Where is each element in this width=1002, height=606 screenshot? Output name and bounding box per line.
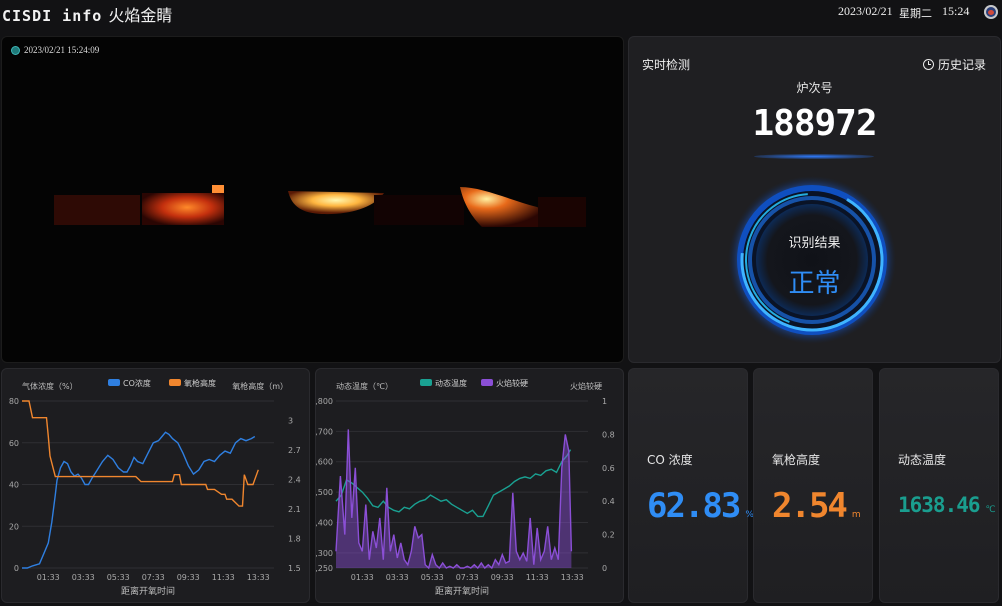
- y-right-tick-4: 2.4: [288, 476, 301, 485]
- legend-swatch-2: [481, 379, 493, 386]
- series-line-1: [22, 431, 256, 569]
- y-left-tick-7: 1,800: [316, 397, 333, 406]
- gas-lance-chart: 气体浓度（%） 氧枪高度（m） CO浓度 氧枪高度 0 20 40 60 80 1.5 1.8 2.1…: [9, 378, 301, 597]
- legend-swatch-1: [420, 379, 432, 386]
- result-value: 正常: [788, 269, 841, 299]
- y-right-tick-2: 1.8: [288, 535, 301, 544]
- y-right-tick-6: 3: [288, 417, 293, 426]
- series-line-2: [335, 429, 573, 570]
- temp-flame-chart: 动态温度（℃） 火焰较硬 动态温度 火焰较硬 1,250 1,300 1,400 1,500 1…: [310, 378, 615, 597]
- y-left-tick-3: 40: [9, 481, 19, 490]
- right-axis-title: 火焰较硬: [570, 381, 602, 391]
- result-ring: [728, 176, 896, 344]
- co-concentration-card: CO 浓度 62.83%: [628, 368, 754, 603]
- gas-lance-chart-panel: 气体浓度（%） 氧枪高度（m） CO浓度 氧枪高度 0 20 40 60 80 1.5 1.8 2.1…: [1, 368, 310, 603]
- left-axis-title: 动态温度（℃）: [336, 381, 393, 391]
- x-axis-title: 距离开氧时间: [121, 585, 175, 597]
- logo-text: CISDI info: [2, 7, 103, 25]
- lance-value: 2.54: [772, 486, 848, 526]
- app-title: 火焰金睛: [108, 6, 173, 25]
- realtime-detection-panel: 实时检测 历史记录 炉次号 188972 识别结果 正常: [628, 36, 1001, 363]
- legend-swatch-1: [108, 379, 120, 386]
- left-axis-title: 气体浓度（%）: [22, 381, 78, 391]
- y-left-tick-4: 1,500: [316, 488, 333, 497]
- y-left-tick-2: 20: [9, 522, 19, 531]
- legend-label-1: 动态温度: [435, 378, 467, 388]
- temp-unit: ℃: [985, 505, 996, 515]
- x-tick-3: 05:33: [421, 573, 444, 582]
- header-date: 2023/02/21: [838, 4, 893, 18]
- temp-flame-chart-panel: 动态温度（℃） 火焰较硬 动态温度 火焰较硬 1,250 1,300 1,400 1,500 1…: [310, 368, 624, 603]
- y-right-tick-1: 0: [602, 564, 607, 573]
- y-right-tick-4: 0.6: [602, 464, 615, 473]
- co-value: 62.83: [647, 486, 741, 526]
- y-right-tick-1: 1.5: [288, 564, 301, 573]
- x-tick-1: 01:33: [37, 573, 60, 582]
- legend-label-1: CO浓度: [123, 378, 151, 388]
- series-line-1: [335, 449, 572, 518]
- app-logo: CISDI info 火焰金睛: [2, 2, 172, 26]
- x-tick-4: 07:33: [142, 573, 165, 582]
- right-axis-title: 氧枪高度（m）: [232, 381, 288, 391]
- x-tick-5: 09:33: [491, 573, 514, 582]
- y-right-tick-5: 0.8: [602, 430, 615, 439]
- y-right-tick-2: 0.2: [602, 531, 615, 540]
- top-bar: CISDI info 火焰金睛 2023/02/21 星期二 15:24: [0, 0, 1002, 26]
- lance-label: 氧枪高度: [772, 453, 821, 467]
- temp-value-wrap: 1638.46 ℃: [898, 493, 996, 517]
- y-left-tick-5: 1,600: [316, 458, 333, 467]
- furnace-video-feed[interactable]: 2023/02/21 15:24:09: [1, 36, 624, 363]
- y-left-tick-2: 1,300: [316, 549, 333, 558]
- y-right-tick-3: 2.1: [288, 505, 301, 514]
- dynamic-temp-card: 动态温度 1638.46 ℃: [879, 368, 999, 603]
- y-left-tick-1: 1,250: [316, 564, 333, 573]
- y-left-tick-6: 1,700: [316, 427, 333, 436]
- y-right-tick-6: 1: [602, 397, 607, 406]
- y-right-tick-3: 0.4: [602, 497, 615, 506]
- x-tick-2: 03:33: [72, 573, 95, 582]
- x-tick-4: 07:33: [456, 573, 479, 582]
- temp-value: 1638.46: [898, 493, 981, 517]
- y-left-tick-5: 80: [9, 397, 19, 406]
- lance-value-wrap: 2.54 m: [772, 486, 861, 526]
- temp-label: 动态温度: [898, 453, 947, 467]
- co-value-wrap: 62.83%: [647, 486, 754, 526]
- co-label: CO 浓度: [647, 453, 693, 467]
- user-avatar[interactable]: [984, 5, 998, 19]
- x-tick-6: 11:33: [526, 573, 549, 582]
- x-tick-7: 13:33: [561, 573, 584, 582]
- x-tick-7: 13:33: [247, 573, 270, 582]
- lance-unit: m: [851, 510, 861, 520]
- x-tick-6: 11:33: [212, 573, 235, 582]
- furnace-flame-image: [54, 185, 586, 227]
- x-tick-2: 03:33: [386, 573, 409, 582]
- result-label: 识别结果: [788, 236, 841, 251]
- header-time: 15:24: [942, 4, 970, 18]
- y-right-tick-5: 2.7: [288, 446, 301, 455]
- legend-label-2: 火焰较硬: [496, 378, 528, 388]
- x-tick-1: 01:33: [351, 573, 374, 582]
- lance-height-card: 氧枪高度 2.54 m: [753, 368, 873, 603]
- x-tick-3: 05:33: [107, 573, 130, 582]
- y-left-tick-3: 1,400: [316, 518, 333, 527]
- y-left-tick-1: 0: [14, 564, 19, 573]
- x-tick-5: 09:33: [177, 573, 200, 582]
- legend-label-2: 氧枪高度: [184, 378, 216, 388]
- header-weekday: 星期二: [899, 7, 932, 20]
- x-axis-title: 距离开氧时间: [435, 585, 489, 597]
- y-left-tick-4: 60: [9, 439, 19, 448]
- legend-swatch-2: [169, 379, 181, 386]
